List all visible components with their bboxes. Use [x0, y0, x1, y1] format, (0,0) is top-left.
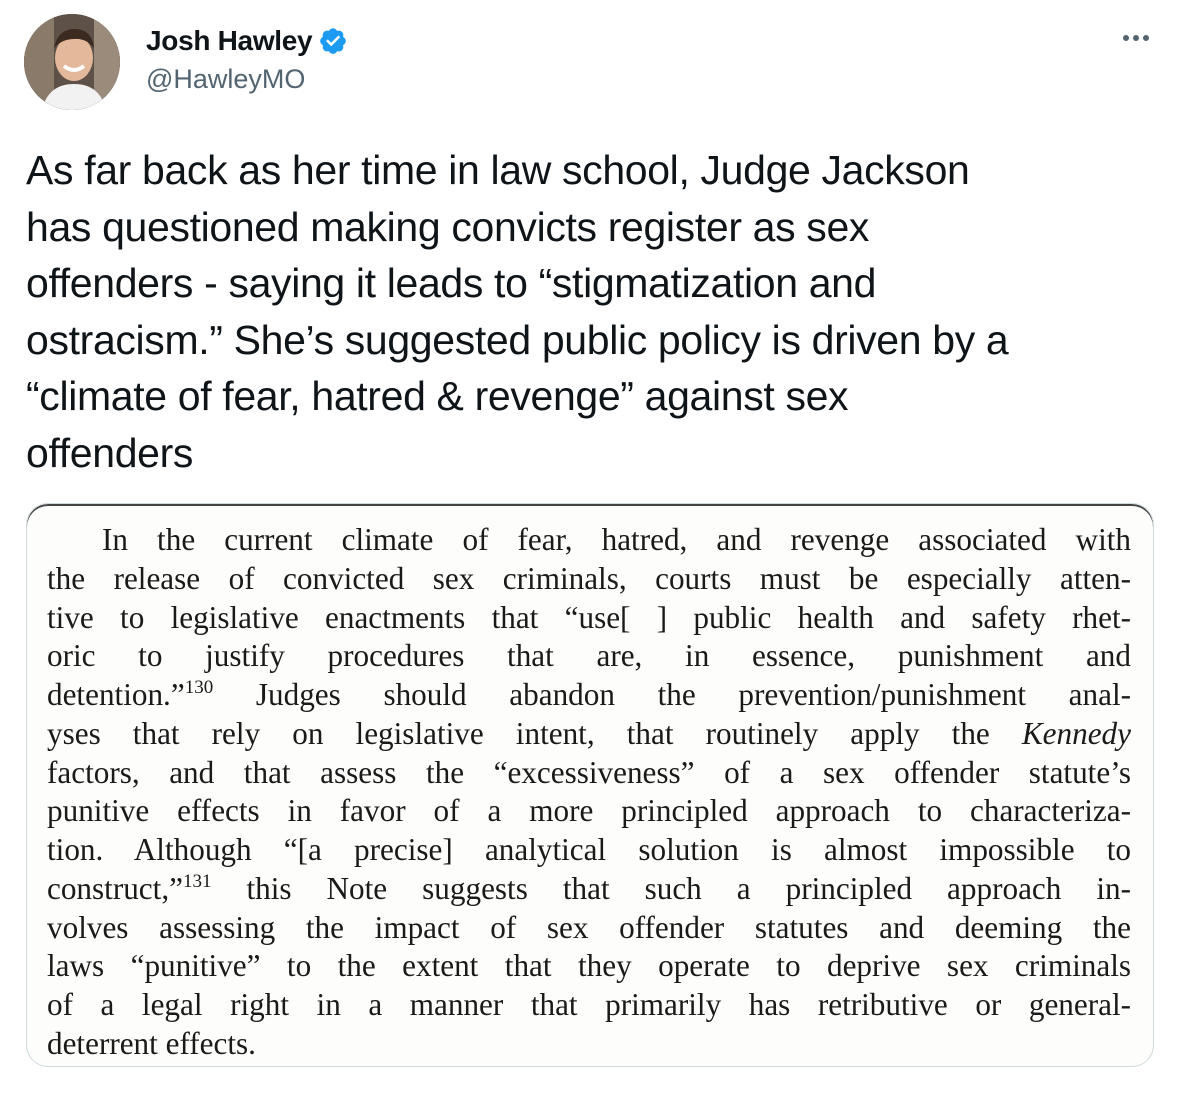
document-line: yses that rely on legislative intent, th…: [47, 715, 1131, 754]
document-line: the release of convicted sex criminals, …: [47, 560, 1131, 599]
author-name-row: Josh Hawley: [146, 24, 348, 58]
footnote-reference: 131: [182, 870, 212, 892]
document-text: yses that rely on legislative intent, th…: [47, 715, 1022, 751]
document-text: detention.”: [47, 677, 185, 712]
document-line: detention.”130 Judges should abandon the…: [47, 676, 1131, 715]
document-text: punitive effects in favor of a more prin…: [47, 793, 1131, 829]
document-text: tive to legislative enactments that “use…: [47, 599, 1131, 635]
more-horizontal-icon-dot: [1143, 35, 1149, 41]
document-line: volves assessing the impact of sex offen…: [47, 909, 1131, 948]
document-text: In the current climate of fear, hatred, …: [102, 522, 1131, 557]
document-line: oric to justify procedures that are, in …: [47, 637, 1131, 676]
document-line: deterrent effects.: [47, 1025, 1131, 1064]
document-text: volves assessing the impact of sex offen…: [47, 909, 1131, 945]
document-line: laws “punitive” to the extent that they …: [47, 947, 1131, 986]
document-text: laws “punitive” to the extent that they …: [47, 948, 1131, 984]
footnote-reference: 130: [184, 677, 214, 698]
document-text: the release of convicted sex criminals, …: [47, 560, 1131, 596]
more-horizontal-icon-dot: [1133, 35, 1139, 41]
document-line: of a legal right in a manner that primar…: [47, 986, 1131, 1025]
document-text: tion. Although “[a precise] analytical s…: [47, 832, 1131, 867]
document-text: factors, and that assess the “excessiven…: [47, 754, 1131, 790]
document-text: this Note suggests that such a principle…: [211, 870, 1131, 906]
document-text: deterrent effects.: [47, 1025, 256, 1061]
verified-badge-icon: [318, 26, 348, 56]
avatar[interactable]: [24, 14, 120, 110]
tweet-media-image[interactable]: In the current climate of fear, hatred, …: [26, 503, 1154, 1067]
more-horizontal-icon: [1123, 35, 1129, 41]
tweet-text: As far back as her time in law school, J…: [26, 147, 1009, 476]
avatar-photo: [24, 14, 120, 110]
document-line: tive to legislative enactments that “use…: [47, 599, 1131, 638]
document-line: tion. Although “[a precise] analytical s…: [47, 831, 1131, 870]
document-text: Judges should abandon the prevention/pun…: [213, 677, 1131, 712]
italic-text: Kennedy: [1021, 715, 1131, 751]
author-handle[interactable]: @HawleyMO: [146, 62, 305, 96]
scanned-document-text: In the current climate of fear, hatred, …: [47, 521, 1131, 1064]
document-line: In the current climate of fear, hatred, …: [47, 521, 1131, 560]
document-text: oric to justify procedures that are, in …: [47, 638, 1131, 674]
document-line: punitive effects in favor of a more prin…: [47, 792, 1131, 831]
display-name[interactable]: Josh Hawley: [146, 24, 313, 58]
document-text: construct,”: [47, 870, 183, 906]
more-options-button[interactable]: [1118, 26, 1154, 50]
document-line: factors, and that assess the “excessiven…: [47, 754, 1131, 793]
document-line: construct,”131 this Note suggests that s…: [47, 870, 1131, 909]
document-text: of a legal right in a manner that primar…: [47, 987, 1131, 1022]
